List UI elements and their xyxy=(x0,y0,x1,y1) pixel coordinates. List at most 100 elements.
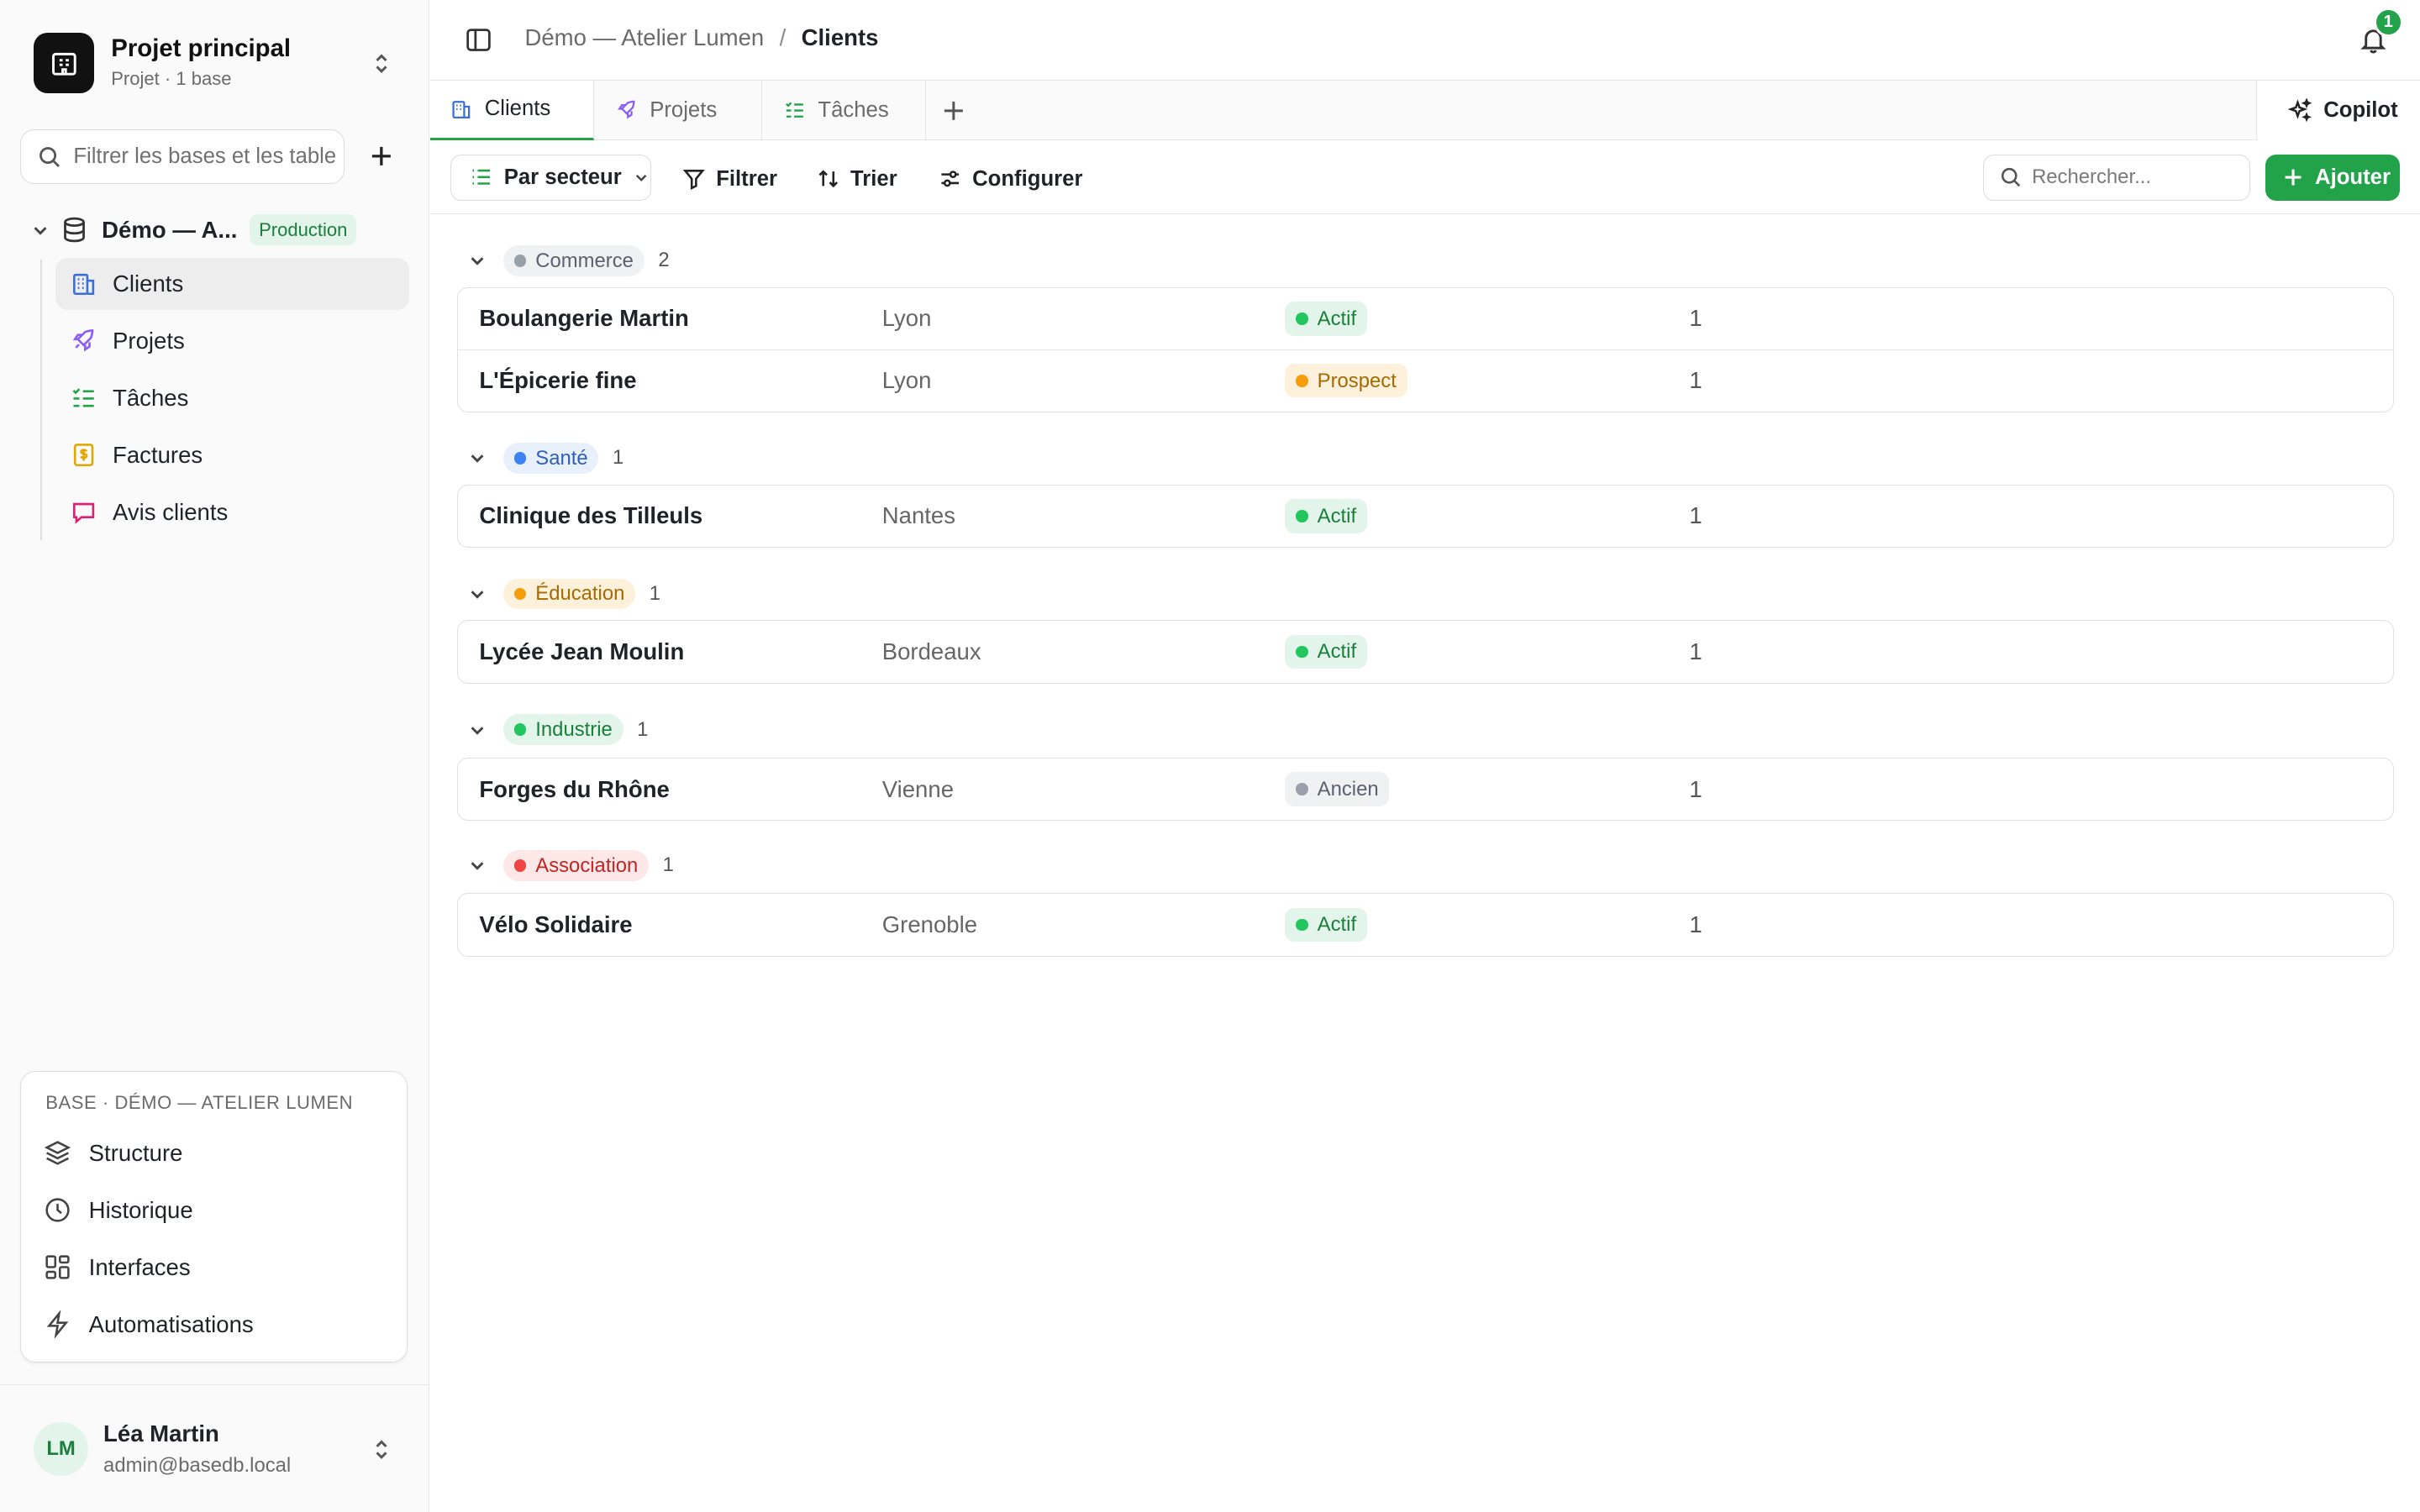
copilot-button[interactable]: Copilot xyxy=(2256,80,2420,141)
cell-name: Clinique des Tilleuls xyxy=(479,502,703,529)
group-label: Éducation xyxy=(535,582,625,606)
table-row[interactable]: Forges du Rhône Vienne Ancien 1 xyxy=(458,759,2393,820)
group-color-dot xyxy=(513,452,527,465)
status-dot xyxy=(1295,510,1308,522)
group-by-dropdown[interactable]: Par secteur xyxy=(450,154,652,201)
chevron-up-down-icon[interactable] xyxy=(367,1434,395,1465)
project-switcher[interactable]: Projet principal Projet · 1 base xyxy=(34,33,404,94)
group-count: 1 xyxy=(649,582,661,606)
status-dot xyxy=(1295,645,1308,659)
panel-item-historique[interactable]: Historique xyxy=(44,1187,193,1233)
breadcrumb-current: Clients xyxy=(801,24,879,51)
sidebar-item-factures[interactable]: Factures xyxy=(55,429,409,481)
group-label: Commerce xyxy=(535,249,634,272)
panel-item-label: Structure xyxy=(88,1139,183,1166)
chevron-down-icon[interactable] xyxy=(465,251,489,270)
cell-name: Vélo Solidaire xyxy=(479,911,633,938)
configure-label: Configurer xyxy=(972,166,1083,191)
base-item[interactable]: Démo — A... Production xyxy=(28,210,357,250)
table-row[interactable]: Clinique des Tilleuls Nantes Actif 1 xyxy=(458,486,2393,547)
panel-item-interfaces[interactable]: Interfaces xyxy=(44,1244,191,1290)
filter-bases-input-wrapper[interactable] xyxy=(19,129,345,184)
cell-count: 1 xyxy=(1689,305,1702,332)
add-tab-plus-icon[interactable] xyxy=(940,97,968,125)
tab-label: Projets xyxy=(650,97,718,122)
table-row[interactable]: Vélo Solidaire Grenoble Actif 1 xyxy=(458,894,2393,955)
cell-city: Nantes xyxy=(881,502,956,529)
base-panel: BASE · DÉMO — ATELIER LUMEN Structure Hi… xyxy=(19,1070,408,1362)
sidebar-item-label: Tâches xyxy=(113,384,189,411)
status-badge: Actif xyxy=(1285,907,1367,942)
status-label: Actif xyxy=(1317,504,1357,528)
breadcrumb: Démo — Atelier Lumen / Clients xyxy=(524,24,878,51)
chevron-down-icon[interactable] xyxy=(465,585,489,603)
filter-bases-input[interactable] xyxy=(73,144,336,169)
tab-projets[interactable]: Projets xyxy=(594,80,763,141)
message-icon xyxy=(70,498,97,526)
cell-city: Grenoble xyxy=(881,911,978,938)
chevron-down-icon[interactable] xyxy=(465,449,489,467)
panel-item-structure[interactable]: Structure xyxy=(44,1130,182,1176)
search-input[interactable] xyxy=(2032,165,2241,190)
bolt-icon xyxy=(44,1310,71,1339)
sidebar-item-avis-clients[interactable]: Avis clients xyxy=(55,486,409,538)
tab-taches[interactable]: Tâches xyxy=(762,80,926,141)
chevron-down-icon[interactable] xyxy=(465,856,489,874)
plus-icon xyxy=(2285,169,2302,186)
sidebar-item-taches[interactable]: Tâches xyxy=(55,372,409,424)
search-input-wrapper[interactable] xyxy=(1983,154,2250,201)
group-header[interactable]: Industrie 1 xyxy=(465,711,648,748)
tree-line xyxy=(39,259,42,540)
panel-item-label: Historique xyxy=(88,1196,193,1223)
table-tabs: Clients Projets Tâches Copilot xyxy=(430,80,2420,141)
group-header[interactable]: Association 1 xyxy=(465,847,674,884)
status-badge: Actif xyxy=(1285,302,1367,336)
add-base-button[interactable] xyxy=(364,139,397,172)
app-window: Projet principal Projet · 1 base Démo — … xyxy=(0,0,2420,1512)
chevron-up-down-icon[interactable] xyxy=(367,48,395,79)
group-count: 2 xyxy=(658,249,670,272)
user-menu[interactable]: LM Léa Martin admin@basedb.local xyxy=(0,1383,429,1512)
group-color-dot xyxy=(513,255,527,267)
sidebar-toggle-icon[interactable] xyxy=(463,24,494,55)
sidebar-item-clients[interactable]: Clients xyxy=(55,257,409,311)
breadcrumb-separator: / xyxy=(779,24,786,51)
checklist-icon xyxy=(784,99,806,121)
cell-city: Lyon xyxy=(881,305,932,332)
grid-icon xyxy=(44,1253,71,1281)
configure-button[interactable]: Configurer xyxy=(939,162,1083,196)
sort-label: Trier xyxy=(850,166,897,191)
add-label: Ajouter xyxy=(2315,165,2391,189)
add-record-button[interactable]: Ajouter xyxy=(2265,154,2401,201)
checklist-icon xyxy=(70,384,97,412)
table-row[interactable]: Lycée Jean Moulin Bordeaux Actif 1 xyxy=(458,621,2393,682)
breadcrumb-base[interactable]: Démo — Atelier Lumen xyxy=(524,24,764,51)
base-name: Démo — A... xyxy=(102,216,238,243)
group-header[interactable]: Santé 1 xyxy=(465,439,623,476)
sidebar: Projet principal Projet · 1 base Démo — … xyxy=(0,0,429,1512)
table-row[interactable]: L'Épicerie fine Lyon Prospect 1 xyxy=(457,349,2393,411)
group-color-dot xyxy=(513,587,527,601)
group-header[interactable]: Éducation 1 xyxy=(465,575,660,612)
group-label: Industrie xyxy=(535,718,613,742)
group-header[interactable]: Commerce 2 xyxy=(465,242,670,279)
status-label: Actif xyxy=(1317,640,1357,664)
chevron-down-icon[interactable] xyxy=(28,221,52,239)
filter-button[interactable]: Filtrer xyxy=(682,162,777,196)
cell-name: Lycée Jean Moulin xyxy=(479,638,685,665)
panel-item-automatisations[interactable]: Automatisations xyxy=(44,1301,254,1347)
user-name: Léa Martin xyxy=(103,1420,219,1446)
tab-clients[interactable]: Clients xyxy=(430,80,595,141)
user-email: admin@basedb.local xyxy=(103,1454,292,1478)
status-badge: Prospect xyxy=(1285,364,1407,398)
rocket-icon xyxy=(70,327,97,354)
project-title: Projet principal xyxy=(111,34,292,63)
environment-badge: Production xyxy=(250,214,357,246)
sidebar-item-projets[interactable]: Projets xyxy=(55,315,409,367)
sort-button[interactable]: Trier xyxy=(817,162,897,196)
invoice-icon xyxy=(70,441,97,469)
status-label: Prospect xyxy=(1317,369,1397,392)
table-row[interactable]: Boulangerie Martin Lyon Actif 1 xyxy=(458,288,2393,349)
group-label-pill: Association xyxy=(502,850,650,881)
chevron-down-icon[interactable] xyxy=(465,721,489,739)
